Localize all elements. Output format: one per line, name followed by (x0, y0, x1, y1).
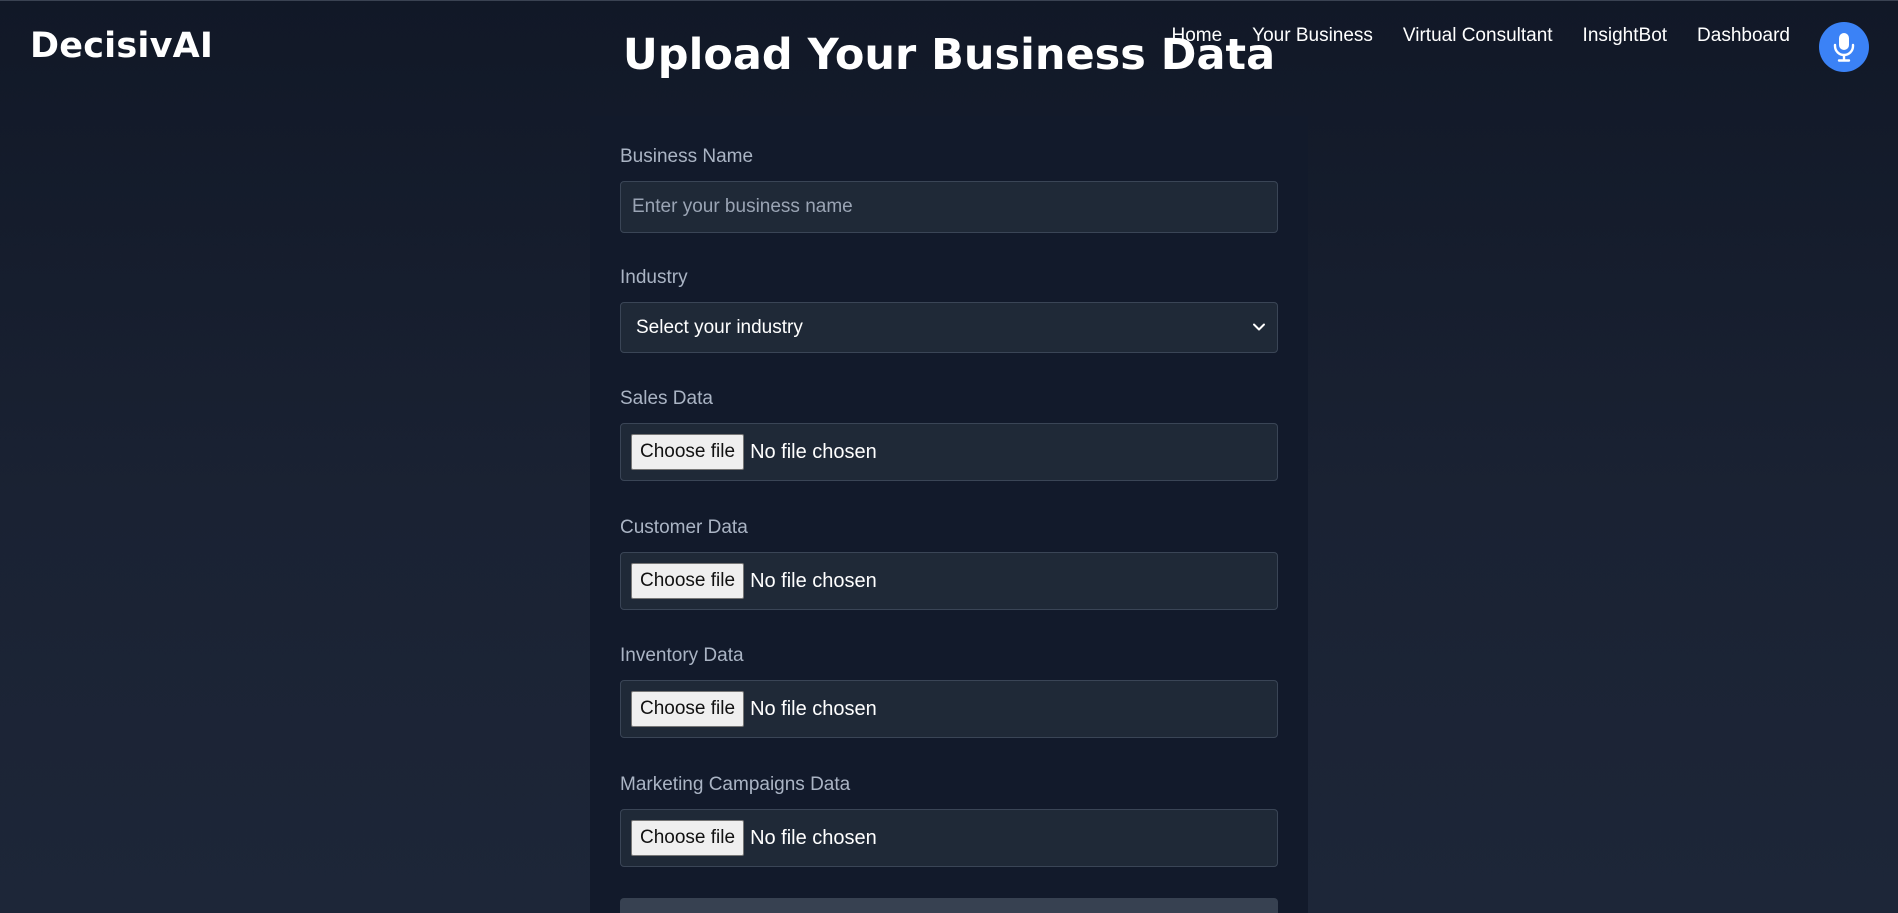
marketing-campaigns-data-label: Marketing Campaigns Data (620, 774, 851, 795)
voice-input-button[interactable] (1819, 22, 1869, 72)
customer-data-label: Customer Data (620, 517, 748, 538)
marketing-campaigns-data-file-status: No file chosen (750, 826, 877, 849)
nav-virtual-consultant[interactable]: Virtual Consultant (1403, 25, 1553, 47)
submit-button[interactable] (620, 898, 1278, 913)
marketing-campaigns-data-choose-file-button[interactable]: Choose file (631, 820, 745, 856)
industry-selected-value: Select your industry (636, 316, 803, 338)
nav-home[interactable]: Home (1171, 25, 1222, 47)
sales-data-label: Sales Data (620, 388, 713, 409)
sales-data-file-input[interactable]: Choose file No file chosen (620, 423, 1278, 481)
inventory-data-label: Inventory Data (620, 645, 744, 666)
nav-your-business[interactable]: Your Business (1252, 25, 1373, 47)
nav-dashboard[interactable]: Dashboard (1697, 25, 1790, 47)
customer-data-choose-file-button[interactable]: Choose file (631, 563, 745, 599)
inventory-data-file-input[interactable]: Choose file No file chosen (620, 680, 1278, 738)
inventory-data-file-status: No file chosen (750, 697, 877, 720)
marketing-campaigns-data-file-input[interactable]: Choose file No file chosen (620, 809, 1278, 867)
top-nav: Home Your Business Virtual Consultant In… (1171, 25, 1790, 47)
top-border (0, 0, 1898, 1)
industry-label: Industry (620, 267, 688, 288)
industry-select[interactable]: Select your industry (620, 302, 1278, 353)
nav-insightbot[interactable]: InsightBot (1583, 25, 1668, 47)
customer-data-file-input[interactable]: Choose file No file chosen (620, 552, 1278, 610)
sales-data-choose-file-button[interactable]: Choose file (631, 434, 745, 470)
inventory-data-choose-file-button[interactable]: Choose file (631, 691, 745, 727)
chevron-down-icon (1253, 323, 1265, 331)
microphone-icon (1833, 33, 1855, 62)
customer-data-file-status: No file chosen (750, 569, 877, 592)
business-name-label: Business Name (620, 146, 754, 167)
business-name-input[interactable] (620, 181, 1278, 233)
sales-data-file-status: No file chosen (750, 440, 877, 463)
upload-form: Business Name Industry Select your indus… (590, 116, 1308, 913)
